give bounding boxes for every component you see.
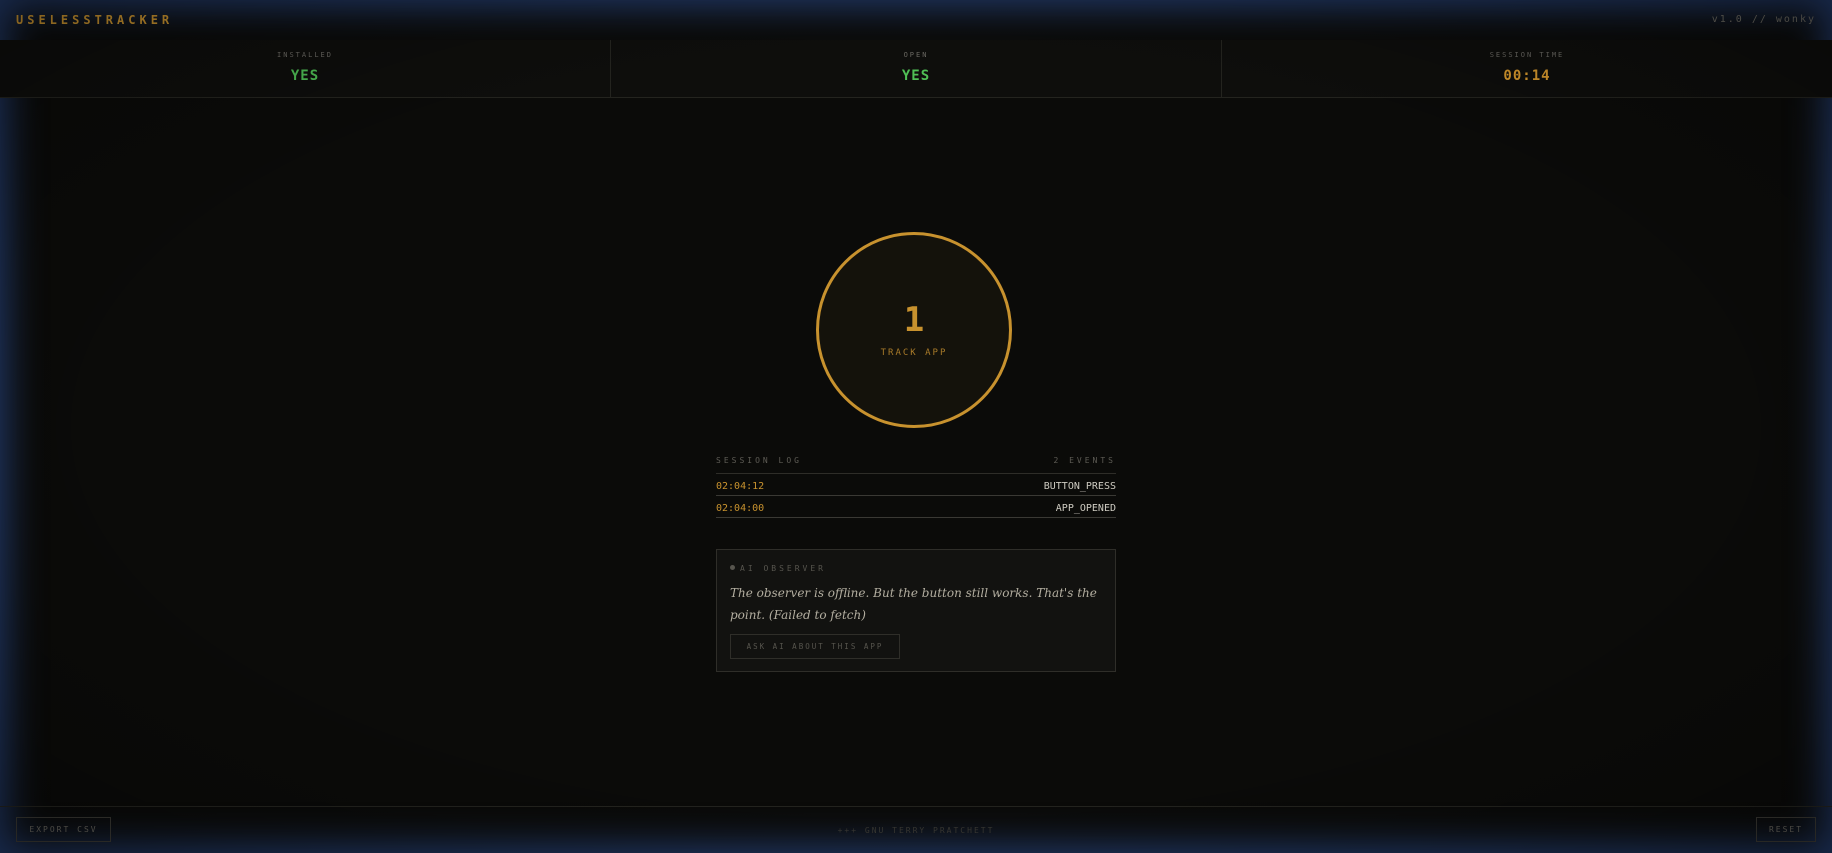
stat-installed: INSTALLED YES	[0, 40, 611, 97]
stat-open: OPEN YES	[611, 40, 1222, 97]
top-bar: USELESSTRACKER v1.0 // wonky	[0, 0, 1832, 41]
status-dot-icon	[730, 565, 735, 570]
app-title: USELESSTRACKER	[16, 13, 174, 27]
track-label: TRACK APP	[880, 348, 948, 358]
stat-value: 00:14	[1503, 68, 1551, 84]
ai-observer-message: The observer is offline. But the button …	[730, 586, 1097, 622]
log-entry-event: APP_OPENED	[1055, 503, 1116, 514]
session-log-count: 2 EVENTS	[1053, 456, 1116, 465]
track-count: 1	[903, 300, 925, 340]
stat-session-time: SESSION TIME 00:14	[1222, 40, 1832, 97]
session-log: SESSION LOG 2 EVENTS 02:04:12 BUTTON_PRE…	[716, 453, 1116, 518]
stat-value: YES	[901, 68, 931, 84]
log-entry-time: 02:04:12	[716, 481, 765, 492]
footer-bar: EXPORT CSV +++ GNU TERRY PRATCHETT RESET	[0, 806, 1832, 853]
stats-bar: INSTALLED YES OPEN YES SESSION TIME 00:1…	[0, 40, 1832, 98]
ai-observer-header: AI OBSERVER	[730, 564, 826, 573]
session-log-header: SESSION LOG 2 EVENTS	[716, 453, 1116, 474]
session-log-title: SESSION LOG	[716, 456, 802, 465]
log-entry: 02:04:12 BUTTON_PRESS	[716, 474, 1116, 496]
stat-label: SESSION TIME	[1489, 51, 1565, 59]
stat-label: INSTALLED	[277, 51, 333, 59]
ask-ai-button[interactable]: ASK AI ABOUT THIS APP	[730, 634, 900, 659]
ai-observer-title: AI OBSERVER	[740, 564, 826, 573]
stat-value: YES	[290, 68, 320, 84]
ai-observer-panel: AI OBSERVER The observer is offline. But…	[716, 549, 1116, 672]
version-label: v1.0 // wonky	[1711, 14, 1816, 25]
log-entry-event: BUTTON_PRESS	[1043, 481, 1116, 492]
reset-button[interactable]: RESET	[1756, 817, 1816, 842]
footer-note: +++ GNU TERRY PRATCHETT	[837, 826, 995, 835]
stat-label: OPEN	[903, 51, 929, 59]
track-app-button[interactable]: 1 TRACK APP	[816, 232, 1012, 428]
app-window: USELESSTRACKER v1.0 // wonky INSTALLED Y…	[0, 0, 1832, 853]
log-entry: 02:04:00 APP_OPENED	[716, 496, 1116, 518]
log-entry-time: 02:04:00	[716, 503, 765, 514]
